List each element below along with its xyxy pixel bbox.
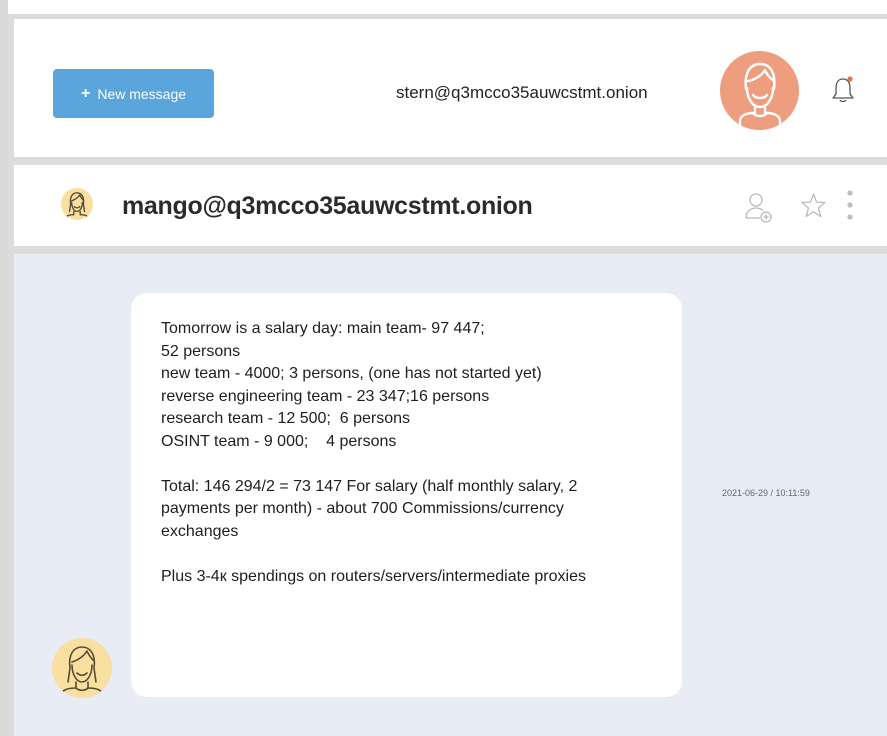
message-line: reverse engineering team - 23 347;16 per… — [161, 387, 490, 405]
contact-avatar-icon[interactable] — [61, 188, 93, 220]
contact-avatar-graphic — [65, 192, 89, 220]
message-line: Plus 3-4к spendings on routers/servers/i… — [161, 567, 586, 585]
message-line: OSINT team - 9 000; 4 persons — [161, 432, 397, 450]
message-line: research team - 12 500; 6 persons — [161, 410, 411, 427]
message-line: Tomorrow is a salary day: main team- 97 … — [161, 320, 485, 337]
new-message-label: New message — [97, 85, 187, 102]
star-icon[interactable] — [800, 192, 827, 219]
more-vertical-icon[interactable] — [845, 189, 855, 223]
add-contact-icon[interactable] — [744, 191, 774, 223]
sender-avatar-icon[interactable] — [52, 638, 112, 698]
left-strip — [0, 0, 8, 736]
star-graphic — [801, 193, 826, 218]
plus-icon: + — [80, 84, 91, 102]
message-line — [161, 453, 662, 476]
message-line: payments per month) - about 700 Commissi… — [161, 500, 564, 517]
add-contact-graphic — [745, 193, 772, 223]
top-strip — [0, 0, 887, 14]
message-line: exchanges — [161, 522, 239, 540]
message-timestamp: 2021-06-29 / 10:11:59 — [722, 488, 810, 498]
message-bubble: Tomorrow is a salary day: main team- 97 … — [131, 293, 682, 697]
notification-dot — [847, 76, 853, 82]
chat-area: Tomorrow is a salary day: main team- 97 … — [14, 254, 887, 736]
message-line: Total: 146 294/2 = 73 147 For salary (ha… — [161, 477, 578, 495]
conversation-title: mango@q3mcco35auwcstmt.onion — [122, 192, 533, 220]
top-header: + New message stern@q3mcco35auwcstmt.oni… — [14, 19, 887, 157]
more-graphic — [847, 190, 853, 220]
message-line: new team - 4000; 3 persons, (one has not… — [161, 365, 542, 382]
message-line — [161, 543, 662, 566]
message-line: 52 persons — [161, 342, 241, 360]
bell-icon[interactable] — [831, 75, 855, 105]
bell-graphic — [832, 76, 854, 103]
user-avatar-icon[interactable] — [720, 51, 799, 130]
sender-avatar-graphic — [61, 646, 103, 698]
user-avatar-graphic — [738, 62, 782, 130]
current-user-email: stern@q3mcco35auwcstmt.onion — [396, 83, 648, 102]
new-message-button[interactable]: + New message — [53, 69, 214, 118]
conversation-header: mango@q3mcco35auwcstmt.onion — [14, 165, 887, 246]
